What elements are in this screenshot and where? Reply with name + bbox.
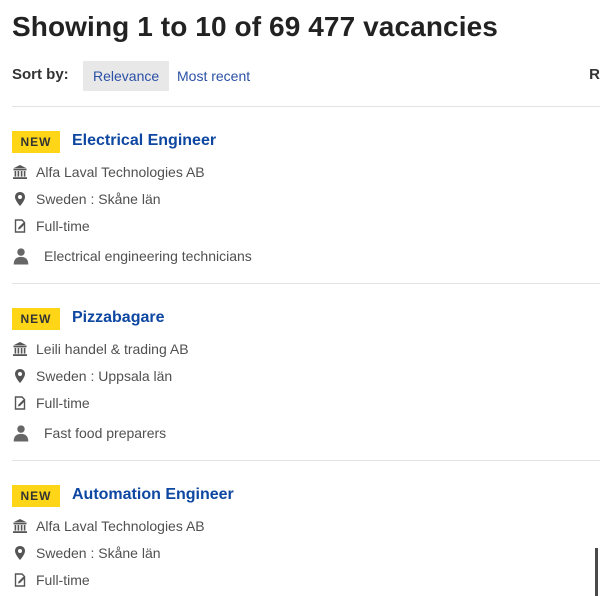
sort-bar: Sort by: Relevance Most recent R — [12, 61, 600, 91]
contract-type: Full-time — [36, 218, 90, 234]
divider — [12, 460, 600, 461]
result-title-link[interactable]: Automation Engineer — [72, 485, 234, 505]
page-title: Showing 1 to 10 of 69 477 vacancies — [12, 11, 498, 42]
new-badge: NEW — [12, 485, 60, 507]
divider — [12, 106, 600, 107]
new-badge: NEW — [12, 131, 60, 153]
result-card: NEW Pizzabagare Leili handel & trading A… — [12, 308, 600, 468]
person-icon — [13, 248, 29, 265]
contract-type: Full-time — [36, 395, 90, 411]
result-title-link[interactable]: Electrical Engineer — [72, 131, 216, 151]
result-title-link[interactable]: Pizzabagare — [72, 308, 164, 328]
document-edit-icon — [14, 396, 26, 410]
map-pin-icon — [15, 546, 25, 560]
divider — [12, 283, 600, 284]
sort-most-recent-link[interactable]: Most recent — [177, 61, 250, 91]
occupation-text: Fast food preparers — [44, 425, 167, 441]
building-icon — [13, 342, 27, 356]
scrollbar-edge[interactable] — [595, 548, 598, 596]
document-edit-icon — [14, 573, 26, 587]
result-card: NEW Electrical Engineer Alfa Laval Techn… — [12, 131, 600, 291]
sort-label: Sort by: — [12, 66, 69, 83]
building-icon — [13, 519, 27, 533]
new-badge: NEW — [12, 308, 60, 330]
location-text: Sweden : Skåne län — [36, 191, 161, 207]
location-text: Sweden : Uppsala län — [36, 368, 173, 384]
contract-type: Full-time — [36, 572, 90, 588]
employer-name: Alfa Laval Technologies AB — [36, 518, 205, 534]
sort-edge-truncated: R — [589, 66, 600, 83]
map-pin-icon — [15, 369, 25, 383]
document-edit-icon — [14, 219, 26, 233]
occupation-text: Electrical engineering technicians — [44, 248, 252, 264]
sort-relevance-button[interactable]: Relevance — [83, 61, 170, 91]
location-text: Sweden : Skåne län — [36, 545, 161, 561]
employer-name: Alfa Laval Technologies AB — [36, 164, 205, 180]
result-card: NEW Automation Engineer Alfa Laval Techn… — [12, 485, 600, 596]
employer-name: Leili handel & trading AB — [36, 341, 189, 357]
building-icon — [13, 165, 27, 179]
person-icon — [13, 425, 29, 442]
map-pin-icon — [15, 192, 25, 206]
